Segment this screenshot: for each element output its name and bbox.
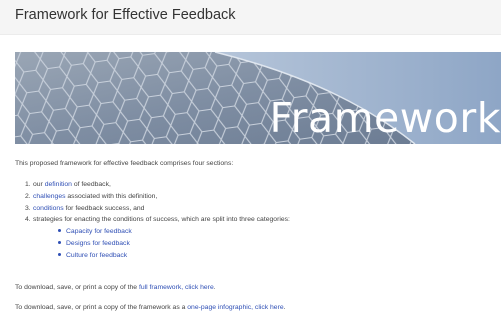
list-item: 4. strategies for enacting the conditions… bbox=[25, 214, 290, 226]
full-framework-link[interactable]: full framework, click here bbox=[139, 284, 214, 291]
page-header: Framework for Effective Feedback bbox=[0, 0, 501, 35]
download-full-text: To download, save, or print a copy of th… bbox=[15, 284, 216, 291]
categories-container: Capacity for feedback Designs for feedba… bbox=[25, 226, 290, 262]
bullet-icon bbox=[58, 252, 61, 256]
challenges-link[interactable]: challenges bbox=[33, 193, 66, 200]
conditions-link[interactable]: conditions bbox=[33, 205, 64, 212]
intro-text: This proposed framework for effective fe… bbox=[15, 160, 234, 167]
categories-list: Capacity for feedback Designs for feedba… bbox=[25, 226, 290, 262]
list-item: 1. our definition of feedback, bbox=[25, 179, 290, 191]
list-text: strategies for enacting the conditions o… bbox=[33, 216, 290, 224]
list-text: of feedback, bbox=[71, 181, 111, 188]
list-text: for feedback success, and bbox=[63, 204, 145, 212]
list-number: 4. bbox=[25, 216, 31, 224]
designs-link[interactable]: Designs for feedback bbox=[66, 240, 130, 247]
download-text: . bbox=[283, 304, 286, 311]
list-text: associated with this definition, bbox=[65, 192, 158, 200]
category-item: Designs for feedback bbox=[58, 238, 290, 250]
infographic-link[interactable]: one-page infographic, click here bbox=[187, 304, 283, 311]
list-item: 2. challenges associated with this defini… bbox=[25, 191, 290, 203]
page-title: Framework for Effective Feedback bbox=[15, 7, 236, 23]
download-text: To download, save, or print a copy of th… bbox=[15, 284, 139, 291]
bullet-icon bbox=[58, 228, 61, 232]
category-item: Capacity for feedback bbox=[58, 226, 290, 238]
culture-link[interactable]: Culture for feedback bbox=[66, 252, 127, 259]
list-number: 2. bbox=[25, 192, 31, 200]
bullet-icon bbox=[58, 240, 61, 244]
list-text: our bbox=[33, 181, 45, 188]
list-item: 3. conditions for feedback success, and bbox=[25, 203, 290, 215]
framework-banner-image: Framework bbox=[15, 52, 501, 144]
download-text: To download, save, or print a copy of th… bbox=[15, 304, 188, 311]
capacity-link[interactable]: Capacity for feedback bbox=[66, 228, 132, 235]
download-text: . bbox=[213, 284, 216, 291]
sections-list: 1. our definition of feedback, 2. challeng… bbox=[25, 179, 290, 262]
download-infographic-text: To download, save, or print a copy of th… bbox=[15, 304, 286, 311]
definition-link[interactable]: definition bbox=[45, 181, 72, 188]
category-item: Culture for feedback bbox=[58, 250, 290, 262]
list-number: 1. bbox=[25, 181, 31, 188]
list-number: 3. bbox=[25, 204, 31, 212]
banner-heading: Framework bbox=[269, 94, 501, 142]
